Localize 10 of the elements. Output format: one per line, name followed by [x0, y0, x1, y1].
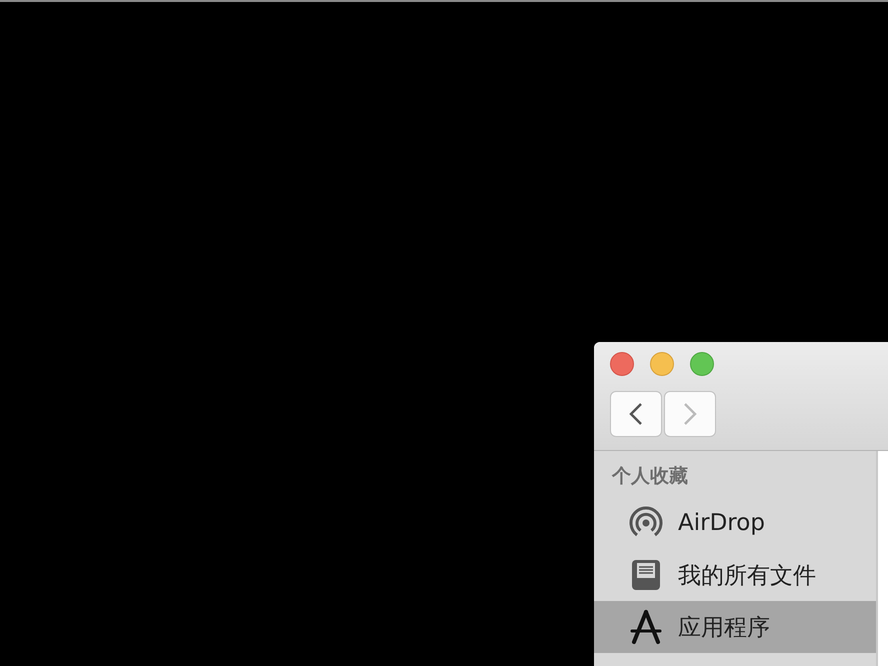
- sidebar-section-title: 个人收藏: [610, 464, 689, 489]
- sidebar-item[interactable]: AirDrop: [594, 497, 876, 549]
- zoom-button[interactable]: [690, 352, 714, 376]
- forward-icon: [683, 402, 697, 426]
- back-button[interactable]: [610, 391, 662, 437]
- sidebar-item[interactable]: 我的所有文件: [594, 549, 876, 601]
- minimize-button[interactable]: [650, 352, 674, 376]
- sidebar-item[interactable]: 应用程序: [594, 601, 876, 653]
- back-icon: [629, 402, 643, 426]
- close-button[interactable]: [610, 352, 634, 376]
